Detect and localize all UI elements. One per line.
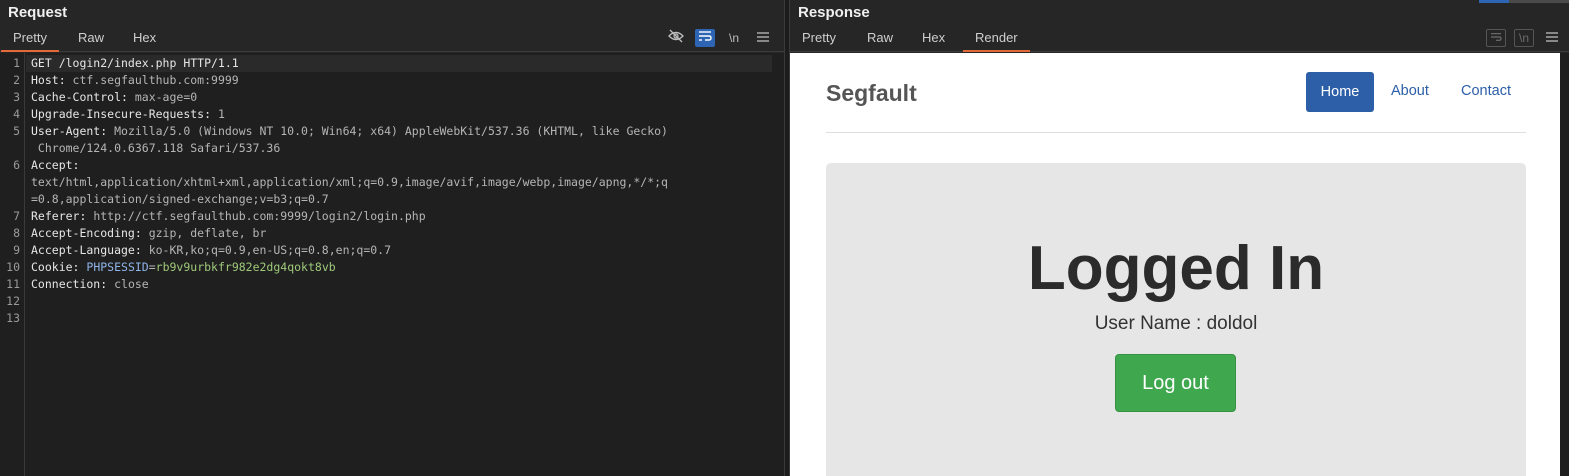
line-number: 5 xyxy=(13,124,20,138)
code-line: Upgrade-Insecure-Requests: 1 xyxy=(31,107,225,121)
header-value: =0.8,application/signed-exchange;v=b3;q=… xyxy=(31,192,329,206)
code-line: Accept-Encoding: gzip, deflate, br xyxy=(31,226,266,240)
tab-raw[interactable]: Raw xyxy=(867,30,893,45)
header-value: close xyxy=(107,277,149,291)
request-pane: Request Pretty Raw Hex \n 1 GET /login2/i… xyxy=(0,0,784,476)
tab-pretty[interactable]: Pretty xyxy=(1,30,59,52)
tab-raw[interactable]: Raw xyxy=(78,30,104,45)
layout-toggle-1[interactable] xyxy=(1479,0,1509,3)
header-value: text/html,application/xhtml+xml,applicat… xyxy=(31,175,668,189)
code-line: text/html,application/xhtml+xml,applicat… xyxy=(31,175,668,189)
nav-contact-link[interactable]: Contact xyxy=(1461,83,1511,99)
header-key: Connection: xyxy=(31,277,108,291)
header-key: Host: xyxy=(31,73,66,87)
user-name-text: User Name : doldol xyxy=(1094,313,1258,334)
cookie-name: PHPSESSID xyxy=(86,260,149,274)
header-value: ctf.segfaulthub.com:9999 xyxy=(65,73,239,87)
header-key: Referer: xyxy=(31,209,87,223)
header-key: Accept-Language: xyxy=(31,243,142,257)
newline-toggle[interactable]: \n xyxy=(724,29,744,47)
code-line: Referer: http://ctf.segfaulthub.com:9999… xyxy=(31,209,426,223)
menu-icon[interactable] xyxy=(1542,29,1562,47)
header-key: User-Agent: xyxy=(31,124,108,138)
code-line: Cookie: PHPSESSID=rb9v9urbkfr982e2dg4qok… xyxy=(31,260,336,274)
line-number: 13 xyxy=(6,311,20,325)
code-line: Accept: xyxy=(31,158,79,172)
layout-toggle-3[interactable] xyxy=(1539,0,1569,3)
line-number: 1 xyxy=(13,56,20,70)
response-pane: Response Pretty Raw Hex Render \n Segfau… xyxy=(790,0,1569,476)
newline-toggle[interactable]: \n xyxy=(1514,29,1534,47)
page-heading: Logged In xyxy=(1027,234,1325,303)
code-line: =0.8,application/signed-exchange;v=b3;q=… xyxy=(31,192,329,206)
header-value: http://ctf.segfaulthub.com:9999/login2/l… xyxy=(86,209,426,223)
code-line: Connection: close xyxy=(31,277,149,291)
header-key: Accept-Encoding: xyxy=(31,226,142,240)
line-number: 4 xyxy=(13,107,20,121)
request-editor[interactable]: 1 GET /login2/index.php HTTP/1.1 2 Host: ct… xyxy=(0,53,784,476)
header-value: Mozilla/5.0 (Windows NT 10.0; Win64; x64… xyxy=(107,124,668,138)
header-value: Chrome/124.0.6367.118 Safari/537.36 xyxy=(31,141,281,155)
line-number: 8 xyxy=(13,226,20,240)
response-title: Response xyxy=(798,4,870,21)
tab-pretty[interactable]: Pretty xyxy=(802,30,836,45)
line-number: 10 xyxy=(6,260,20,274)
code-line: GET /login2/index.php HTTP/1.1 xyxy=(31,56,239,70)
nav-home-link[interactable]: Home xyxy=(1306,72,1374,112)
header-key: Upgrade-Insecure-Requests: xyxy=(31,107,212,121)
header-key: Cookie: xyxy=(31,260,80,274)
line-number: 6 xyxy=(13,158,20,172)
tab-render[interactable]: Render xyxy=(963,30,1030,52)
code-line: User-Agent: Mozilla/5.0 (Windows NT 10.0… xyxy=(31,124,668,138)
line-number: 11 xyxy=(6,277,20,291)
render-view: Segfault Home About Contact Logged In Us… xyxy=(790,53,1560,476)
line-number: 9 xyxy=(13,243,20,257)
request-title: Request xyxy=(8,4,68,21)
code-line: Chrome/124.0.6367.118 Safari/537.36 xyxy=(31,141,280,155)
logout-button[interactable]: Log out xyxy=(1115,354,1236,412)
header-key: Cache-Control: xyxy=(31,90,128,104)
layout-toggle-2[interactable] xyxy=(1509,0,1539,3)
header-value: max-age=0 xyxy=(127,90,198,104)
line-number: 3 xyxy=(13,90,20,104)
line-number: 12 xyxy=(6,294,20,308)
code-line: Accept-Language: ko-KR,ko;q=0.9,en-US;q=… xyxy=(31,243,391,257)
cookie-equals: = xyxy=(148,260,156,274)
header-key: Accept: xyxy=(31,158,80,172)
line-number: 7 xyxy=(13,209,20,223)
tab-hex[interactable]: Hex xyxy=(133,30,156,45)
code-line: Host: ctf.segfaulthub.com:9999 xyxy=(31,73,239,87)
header-value: 1 xyxy=(211,107,225,121)
tab-hex[interactable]: Hex xyxy=(922,30,945,45)
cookie-value: rb9v9urbkfr982e2dg4qokt8vb xyxy=(155,260,336,274)
line-number: 2 xyxy=(13,73,20,87)
wrap-lines-icon[interactable] xyxy=(695,29,715,47)
jumbotron: Logged In User Name : doldol Log out xyxy=(826,163,1526,476)
render-scrollbar[interactable] xyxy=(1560,53,1569,476)
wrap-lines-icon[interactable] xyxy=(1486,29,1506,47)
site-brand[interactable]: Segfault xyxy=(826,80,917,107)
code-line: Cache-Control: max-age=0 xyxy=(31,90,197,104)
hide-eye-icon[interactable] xyxy=(666,29,686,47)
header-value: gzip, deflate, br xyxy=(141,226,267,240)
nav-about-link[interactable]: About xyxy=(1391,83,1429,99)
response-tabs: Pretty Raw Hex Render xyxy=(790,27,1569,52)
header-value: ko-KR,ko;q=0.9,en-US;q=0.8,en;q=0.7 xyxy=(141,243,392,257)
menu-icon[interactable] xyxy=(753,29,773,47)
header-key: GET /login2/index.php HTTP/1.1 xyxy=(31,56,239,70)
header-divider xyxy=(826,132,1526,133)
